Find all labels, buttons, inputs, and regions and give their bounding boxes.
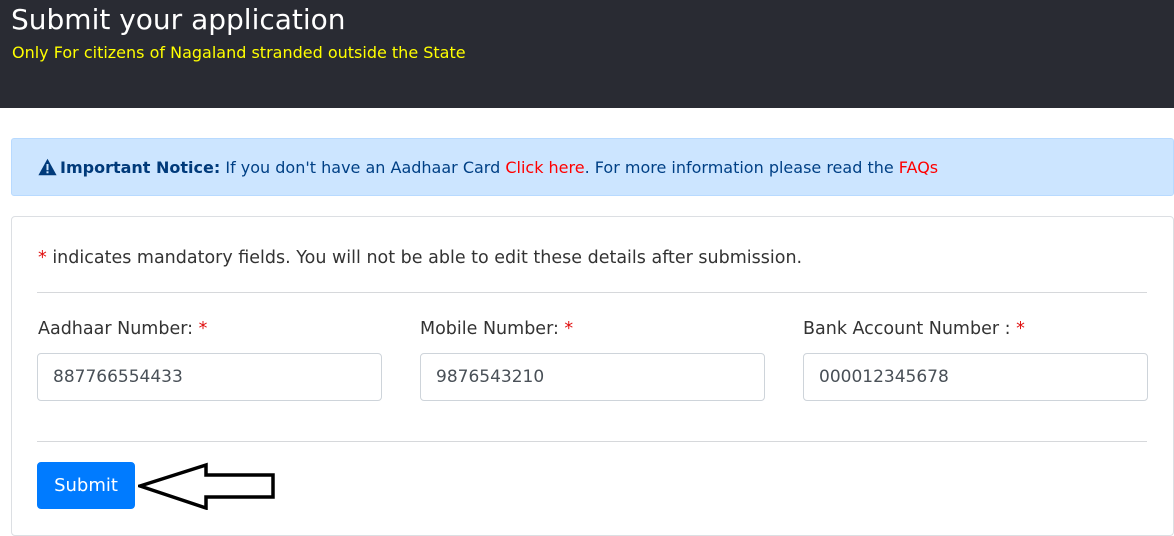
left-arrow-icon xyxy=(138,462,275,510)
divider xyxy=(37,441,1147,442)
required-asterisk: * xyxy=(1016,319,1025,339)
divider xyxy=(37,292,1147,293)
bank-account-number-input[interactable] xyxy=(803,353,1148,401)
notice-message-part1: If you don't have an Aadhaar Card xyxy=(220,157,506,177)
page-header: Submit your application Only For citizen… xyxy=(0,0,1174,108)
mobile-number-input[interactable] xyxy=(420,353,765,401)
submit-button[interactable]: Submit xyxy=(37,462,135,509)
important-notice-alert: Important Notice: If you don't have an A… xyxy=(11,138,1174,196)
notice-message-part2: . For more information please read the xyxy=(584,157,899,177)
notice-text: Important Notice: If you don't have an A… xyxy=(60,158,938,177)
mandatory-note-text: indicates mandatory fields. You will not… xyxy=(46,248,803,268)
aadhaar-number-input[interactable] xyxy=(37,353,382,401)
page-title: Submit your application xyxy=(11,3,346,36)
required-asterisk: * xyxy=(564,319,574,339)
required-asterisk: * xyxy=(38,248,47,268)
bank-account-number-label: Bank Account Number : * xyxy=(803,319,1025,339)
aadhaar-help-link[interactable]: Click here xyxy=(505,158,584,177)
required-asterisk: * xyxy=(198,319,208,339)
mandatory-fields-note: * indicates mandatory fields. You will n… xyxy=(38,246,802,270)
warning-icon xyxy=(38,158,57,176)
page-subtitle: Only For citizens of Nagaland stranded o… xyxy=(12,43,466,62)
faqs-link[interactable]: FAQs xyxy=(899,158,938,177)
notice-heading: Important Notice: xyxy=(60,157,221,177)
mobile-number-label: Mobile Number: * xyxy=(420,319,574,339)
aadhaar-number-label: Aadhaar Number: * xyxy=(38,319,208,339)
